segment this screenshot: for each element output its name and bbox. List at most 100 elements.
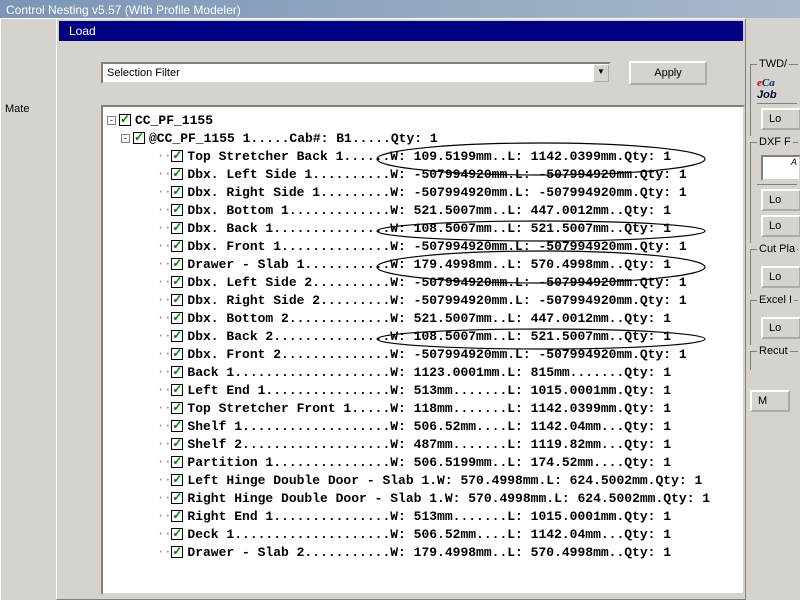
excel-group: Excel I Lo xyxy=(750,300,798,345)
selection-filter-combo[interactable]: Selection Filter ▼ xyxy=(101,62,611,84)
tree-connector: ·· xyxy=(157,419,171,433)
tree-connector: ·· xyxy=(157,509,171,523)
checkbox-icon[interactable] xyxy=(171,204,183,216)
load-tab-header[interactable]: Load xyxy=(59,21,743,41)
tree-item[interactable]: ··Partition 1...............W: 506.5199m… xyxy=(107,453,743,471)
tree-item[interactable]: ··Top Stretcher Front 1.....W: 118mm....… xyxy=(107,399,743,417)
checkbox-icon[interactable] xyxy=(171,240,183,252)
tree-item[interactable]: ·· Left Hinge Double Door - Slab 1.W: 570… xyxy=(107,471,743,489)
tree-item[interactable]: ··Dbx. Right Side 1.........W: -50799492… xyxy=(107,183,743,201)
tree-item-label: Shelf 1...................W: 506.52mm...… xyxy=(187,419,671,434)
tree-item[interactable]: ··Dbx. Left Side 1..........W: -50799492… xyxy=(107,165,743,183)
tree-item-label: Drawer - Slab 1...........W: 179.4998mm.… xyxy=(187,257,671,272)
checkbox-icon[interactable] xyxy=(171,312,183,324)
tree-item[interactable]: ·· Shelf 1...................W: 506.52mm.… xyxy=(107,417,743,435)
tree-item-label: Dbx. Back 2...............W: 108.5007mm.… xyxy=(187,329,671,344)
load-dxf-button-2[interactable]: Lo xyxy=(761,215,800,237)
checkbox-icon[interactable] xyxy=(171,456,183,468)
checkbox-icon[interactable] xyxy=(171,402,183,414)
tree-connector: ·· xyxy=(157,383,171,397)
tree-root[interactable]: - CC_PF_1155 xyxy=(107,111,743,129)
tree-connector: ·· xyxy=(157,149,171,163)
checkbox-icon[interactable] xyxy=(171,294,183,306)
tree-item-label: Dbx. Left Side 2..........W: -507994920m… xyxy=(187,275,686,290)
main-panel: Load Selection Filter ▼ Apply - CC_PF_11… xyxy=(56,18,746,600)
tree-item[interactable]: ··Right End 1...............W: 513mm....… xyxy=(107,507,743,525)
load-excel-button[interactable]: Lo xyxy=(761,317,800,339)
checkbox-icon[interactable] xyxy=(171,384,183,396)
checkbox-icon[interactable] xyxy=(171,276,183,288)
tree-connector: ·· xyxy=(157,239,171,253)
tree-connector: ·· xyxy=(157,365,171,379)
tree-item[interactable]: ·· Dbx. Back 2...............W: 108.5007m… xyxy=(107,327,743,345)
checkbox-icon[interactable] xyxy=(171,366,183,378)
tree-item[interactable]: ·· Dbx. Back 1...............W: 108.5007m… xyxy=(107,219,743,237)
tree-item[interactable]: ··Left End 1................W: 513mm....… xyxy=(107,381,743,399)
tree-item-label: Shelf 2...................W: 487mm......… xyxy=(187,437,671,452)
tree-item-label: Drawer - Slab 2...........W: 179.4998mm.… xyxy=(187,545,671,560)
cut-plan-label: Cut Pla xyxy=(757,243,797,255)
load-cut-plan-button[interactable]: Lo xyxy=(761,266,800,288)
checkbox-icon[interactable] xyxy=(133,132,145,144)
tree-item-label: Dbx. Back 1...............W: 108.5007mm.… xyxy=(187,221,671,236)
parts-tree[interactable]: - CC_PF_1155 - @CC_PF_1155 1.....Cab#: B… xyxy=(101,105,745,595)
tree-connector: ·· xyxy=(157,311,171,325)
checkbox-icon[interactable] xyxy=(171,546,183,558)
tree-item[interactable]: ··Dbx. Right Side 2.........W: -50799492… xyxy=(107,291,743,309)
materials-label-fragment: Mate xyxy=(5,103,29,115)
tree-connector: ·· xyxy=(157,293,171,307)
checkbox-icon[interactable] xyxy=(171,150,183,162)
window-titlebar: Control Nesting v5.57 (With Profile Mode… xyxy=(0,0,800,18)
checkbox-icon[interactable] xyxy=(171,438,183,450)
tree-connector: ·· xyxy=(157,257,171,271)
tree-item-label: Back 1....................W: 1123.0001mm… xyxy=(187,365,671,380)
recut-group: Recut xyxy=(750,351,798,370)
tree-connector: ·· xyxy=(157,329,171,343)
collapse-icon[interactable]: - xyxy=(107,116,116,125)
tree-item-label: Left Hinge Double Door - Slab 1.W: 570.4… xyxy=(187,473,702,488)
apply-button[interactable]: Apply xyxy=(629,61,707,85)
checkbox-icon[interactable] xyxy=(171,168,183,180)
tree-item[interactable]: ·· Back 1....................W: 1123.0001… xyxy=(107,363,743,381)
tree-item[interactable]: ··Dbx. Front 2..............W: -50799492… xyxy=(107,345,743,363)
tree-item[interactable]: ··Dbx. Bottom 2.............W: 521.5007m… xyxy=(107,309,743,327)
tree-item[interactable]: ··Dbx. Front 1..............W: -50799492… xyxy=(107,237,743,255)
tree-cabinet-label: @CC_PF_1155 1.....Cab#: B1.....Qty: 1 xyxy=(149,131,438,146)
tree-connector: ·· xyxy=(157,275,171,289)
tree-item[interactable]: ··Drawer - Slab 2...........W: 179.4998m… xyxy=(107,543,743,561)
twd-label: TWD/ xyxy=(757,58,789,70)
checkbox-icon[interactable] xyxy=(171,330,183,342)
excel-label: Excel I xyxy=(757,294,794,306)
m-button[interactable]: M xyxy=(750,390,790,412)
checkbox-icon[interactable] xyxy=(171,348,183,360)
tree-item[interactable]: ··Deck 1....................W: 506.52mm.… xyxy=(107,525,743,543)
checkbox-icon[interactable] xyxy=(171,474,183,486)
tree-cabinet[interactable]: - @CC_PF_1155 1.....Cab#: B1.....Qty: 1 xyxy=(107,129,743,147)
checkbox-icon[interactable] xyxy=(171,222,183,234)
checkbox-icon[interactable] xyxy=(171,186,183,198)
tree-connector: ·· xyxy=(157,437,171,451)
tree-item[interactable]: ·· Drawer - Slab 1...........W: 179.4998m… xyxy=(107,255,743,273)
tree-connector: ·· xyxy=(157,221,171,235)
load-dxf-button-1[interactable]: Lo xyxy=(761,189,800,211)
tree-item[interactable]: ··Dbx. Bottom 1.............W: 521.5007m… xyxy=(107,201,743,219)
checkbox-icon[interactable] xyxy=(171,420,183,432)
tree-connector: ·· xyxy=(157,473,171,487)
checkbox-icon[interactable] xyxy=(171,258,183,270)
tree-item-label: Partition 1...............W: 506.5199mm.… xyxy=(187,455,671,470)
combo-dropdown-button[interactable]: ▼ xyxy=(593,64,609,82)
cut-plan-group: Cut Pla Lo xyxy=(750,249,798,294)
load-twd-button[interactable]: Lo xyxy=(761,108,800,130)
tree-item[interactable]: ·· Shelf 2...................W: 487mm....… xyxy=(107,435,743,453)
tree-connector: ·· xyxy=(157,185,171,199)
dxf-group: DXF F A Lo Lo xyxy=(750,142,798,243)
checkbox-icon[interactable] xyxy=(171,528,183,540)
tree-item[interactable]: ··Right Hinge Double Door - Slab 1.W: 57… xyxy=(107,489,743,507)
checkbox-icon[interactable] xyxy=(171,492,183,504)
collapse-icon[interactable]: - xyxy=(121,134,130,143)
checkbox-icon[interactable] xyxy=(171,510,183,522)
tree-connector: ·· xyxy=(157,401,171,415)
tree-item[interactable]: ··Top Stretcher Back 1......W: 109.5199m… xyxy=(107,147,743,165)
tree-item[interactable]: ·· Dbx. Left Side 2..........W: -50799492… xyxy=(107,273,743,291)
checkbox-icon[interactable] xyxy=(119,114,131,126)
